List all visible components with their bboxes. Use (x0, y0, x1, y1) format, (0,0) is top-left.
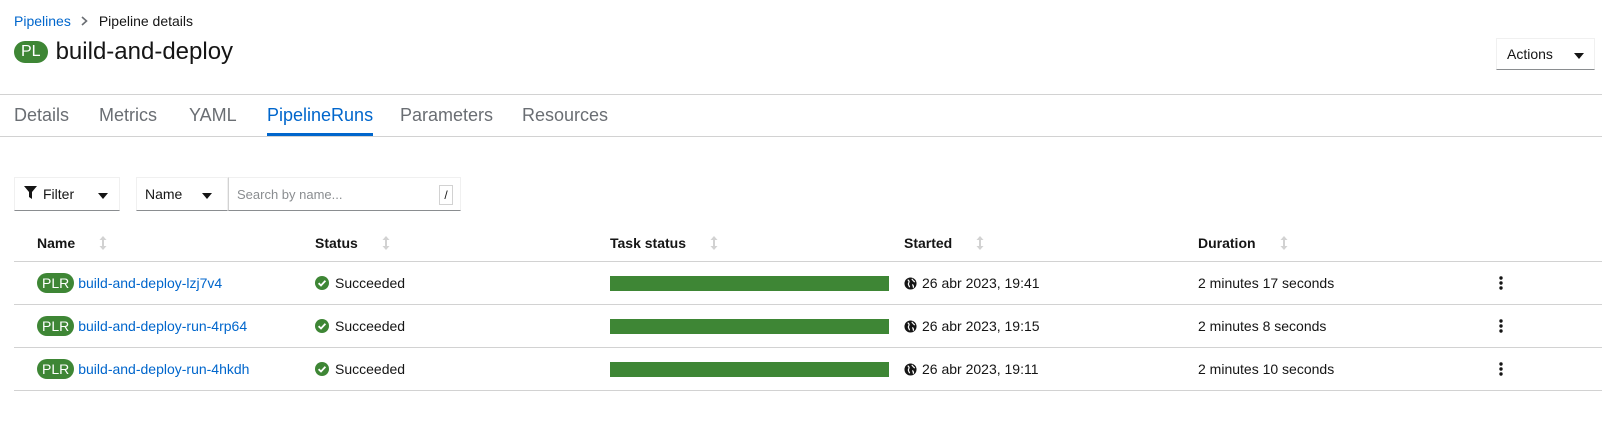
keyboard-shortcut-hint: / (439, 185, 453, 205)
caret-down-icon (1574, 46, 1584, 62)
globe-icon (904, 276, 917, 290)
tabs-divider (0, 136, 1602, 137)
header-divider (0, 94, 1602, 95)
kebab-menu-icon[interactable] (1491, 358, 1511, 380)
search-input[interactable] (229, 179, 429, 209)
breadcrumb: Pipelines Pipeline details (14, 13, 193, 29)
started-cell: 26 abr 2023, 19:15 (904, 305, 1040, 347)
task-status-cell (610, 305, 889, 347)
sort-icon (710, 236, 718, 250)
column-header-name[interactable]: Name (37, 235, 107, 251)
status-cell: Succeeded (315, 305, 405, 347)
pipelinerun-link[interactable]: build-and-deploy-run-4hkdh (78, 361, 249, 377)
status-text: Succeeded (335, 275, 406, 291)
row-actions-cell (1491, 262, 1511, 304)
started-cell: 26 abr 2023, 19:41 (904, 262, 1040, 304)
filter-button[interactable]: Filter (14, 177, 120, 211)
task-status-cell (610, 348, 889, 390)
filter-toolbar: Filter Name / (14, 177, 461, 211)
check-circle-icon (315, 362, 329, 376)
breadcrumb-pipelines-link[interactable]: Pipelines (14, 13, 71, 29)
chevron-right-icon (81, 16, 88, 26)
table-row: PLR build-and-deploy-run-4rp64 Succeeded… (14, 305, 1602, 348)
actions-label: Actions (1507, 46, 1553, 62)
tab-parameters[interactable]: Parameters (400, 95, 493, 135)
tab-details[interactable]: Details (14, 95, 69, 135)
run-name-cell: PLR build-and-deploy-run-4hkdh (37, 348, 249, 390)
status-cell: Succeeded (315, 262, 405, 304)
pipelineruns-table: Name Status Task status Started Duration… (14, 224, 1602, 391)
started-cell: 26 abr 2023, 19:11 (904, 348, 1039, 390)
table-row: PLR build-and-deploy-run-4hkdh Succeeded… (14, 348, 1602, 391)
filter-attribute-value: Name (145, 186, 183, 202)
tab-pipelineruns[interactable]: PipelineRuns (267, 95, 374, 136)
column-header-task-status[interactable]: Task status (610, 235, 718, 251)
task-status-cell (610, 262, 889, 304)
task-status-bar[interactable] (610, 361, 889, 377)
duration-cell: 2 minutes 10 seconds (1198, 361, 1335, 377)
status-text: Succeeded (335, 318, 406, 334)
caret-down-icon (98, 186, 109, 202)
tab-resources[interactable]: Resources (522, 95, 608, 135)
globe-icon (904, 319, 917, 333)
sort-icon (99, 236, 107, 250)
column-header-started[interactable]: Started (904, 235, 984, 251)
status-text: Succeeded (335, 361, 406, 377)
tab-yaml[interactable]: YAML (189, 95, 237, 135)
task-status-bar[interactable] (610, 318, 889, 334)
tab-metrics[interactable]: Metrics (99, 95, 157, 135)
sort-icon (1280, 236, 1288, 250)
row-actions-cell (1491, 348, 1511, 390)
column-header-status[interactable]: Status (315, 235, 390, 251)
globe-icon (904, 362, 917, 376)
sort-icon (382, 236, 390, 250)
filter-attribute-select[interactable]: Name (136, 177, 228, 211)
pipelinerun-link[interactable]: build-and-deploy-lzj7v4 (78, 275, 222, 291)
status-cell: Succeeded (315, 348, 405, 390)
row-actions-cell (1491, 305, 1511, 347)
kebab-menu-icon[interactable] (1491, 272, 1511, 294)
started-text: 26 abr 2023, 19:11 (922, 361, 1039, 377)
caret-down-icon (202, 186, 213, 202)
search-container: / (228, 177, 461, 211)
pipelinerun-badge: PLR (37, 316, 75, 336)
run-name-cell: PLR build-and-deploy-run-4rp64 (37, 305, 247, 347)
duration-cell: 2 minutes 17 seconds (1198, 275, 1335, 291)
kebab-menu-icon[interactable] (1491, 315, 1511, 337)
filter-label: Filter (43, 186, 75, 202)
started-text: 26 abr 2023, 19:41 (922, 275, 1040, 291)
run-name-cell: PLR build-and-deploy-lzj7v4 (37, 262, 222, 304)
column-header-duration[interactable]: Duration (1198, 235, 1288, 251)
pipelinerun-badge: PLR (37, 359, 75, 379)
actions-dropdown[interactable]: Actions (1496, 38, 1595, 70)
page-header: PL build-and-deploy (14, 38, 233, 66)
table-row: PLR build-and-deploy-lzj7v4 Succeeded 26… (14, 262, 1602, 305)
table-header: Name Status Task status Started Duration (14, 224, 1602, 262)
check-circle-icon (315, 319, 329, 333)
started-text: 26 abr 2023, 19:15 (922, 318, 1040, 334)
pipeline-badge: PL (14, 41, 48, 63)
filter-icon (24, 186, 37, 202)
duration-cell: 2 minutes 8 seconds (1198, 318, 1327, 334)
breadcrumb-current: Pipeline details (98, 13, 193, 29)
check-circle-icon (315, 276, 329, 290)
pipelinerun-link[interactable]: build-and-deploy-run-4rp64 (78, 318, 247, 334)
task-status-bar[interactable] (610, 275, 889, 291)
sort-icon (976, 236, 984, 250)
page-title: build-and-deploy (55, 38, 234, 65)
pipelinerun-badge: PLR (37, 273, 75, 293)
